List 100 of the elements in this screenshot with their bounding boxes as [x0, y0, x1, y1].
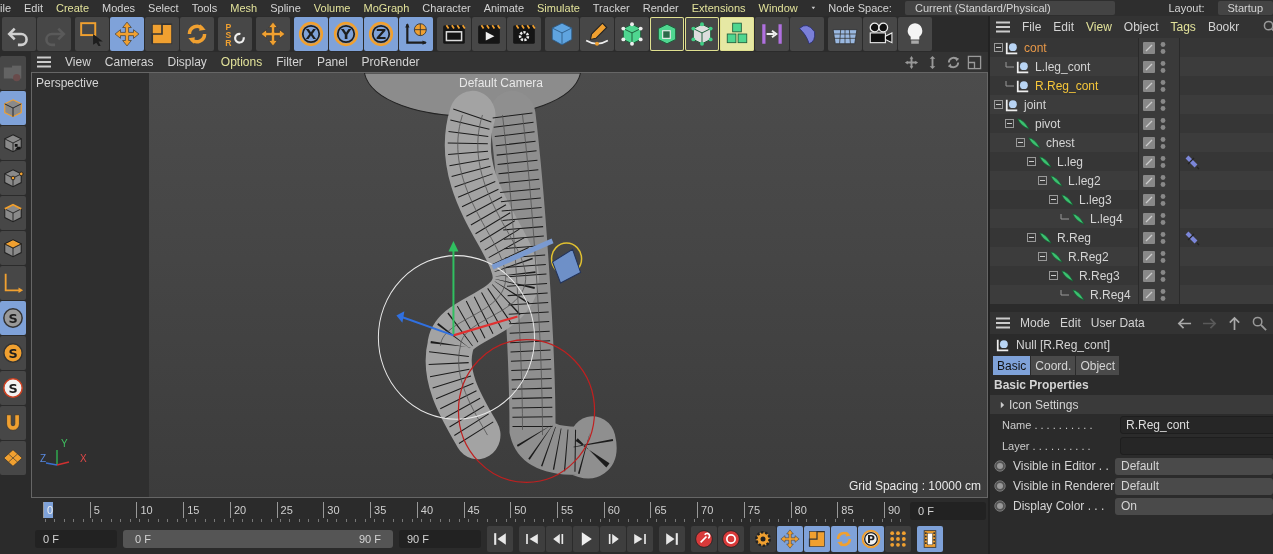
mode-button[interactable]	[0, 231, 26, 265]
toolbar-button[interactable]	[615, 17, 649, 51]
collapse-toggle-icon[interactable]	[994, 43, 1003, 52]
menu-item[interactable]: Display	[167, 55, 207, 69]
edit-toggle-icon[interactable]	[1143, 41, 1155, 54]
menu-item[interactable]: Tracker	[592, 2, 630, 14]
menu-item[interactable]: Bookr	[1207, 20, 1240, 34]
visibility-dots-icon[interactable]	[1160, 230, 1166, 245]
menu-item[interactable]: Panel	[316, 55, 348, 69]
needle-tag-icon[interactable]	[1184, 153, 1200, 170]
menu-item[interactable]: ProRender	[361, 55, 420, 69]
menu-item[interactable]: Modes	[102, 2, 136, 14]
menu-item[interactable]: Mode	[1020, 316, 1051, 330]
edit-toggle-icon[interactable]	[1143, 212, 1155, 225]
dropdown-field[interactable]: Default	[1115, 457, 1273, 475]
visibility-dots-icon[interactable]	[1160, 116, 1166, 131]
menu-item[interactable]: Select	[148, 2, 179, 14]
tree-row[interactable]: R.Reg_cont	[990, 76, 1273, 95]
menu-item[interactable]: Filter	[276, 55, 303, 69]
playback-button[interactable]	[519, 526, 545, 552]
menu-item[interactable]: Cameras	[104, 55, 154, 69]
keyframe-circle-icon[interactable]	[994, 480, 1006, 492]
tree-row[interactable]: pivot	[990, 114, 1273, 133]
section-toggle[interactable]: Icon Settings	[990, 395, 1273, 414]
tree-row[interactable]: L.leg	[990, 152, 1273, 171]
edit-toggle-icon[interactable]	[1143, 117, 1155, 130]
object-name[interactable]: R.Reg4	[1090, 287, 1131, 302]
menu-item[interactable]: Edit	[1053, 20, 1075, 34]
edit-toggle-icon[interactable]	[1143, 193, 1155, 206]
playback-button[interactable]	[573, 526, 599, 552]
visibility-dots-icon[interactable]	[1160, 97, 1166, 112]
playback-button[interactable]	[600, 526, 626, 552]
playback-button[interactable]	[718, 526, 744, 552]
visibility-dots-icon[interactable]	[1160, 154, 1166, 169]
collapse-toggle-icon[interactable]	[1016, 138, 1025, 147]
object-name[interactable]: cont	[1024, 40, 1047, 55]
toolbar-button[interactable]	[650, 17, 684, 51]
collapse-toggle-icon[interactable]	[1038, 252, 1047, 261]
visibility-dots-icon[interactable]	[1160, 40, 1166, 55]
object-name[interactable]: L.leg_cont	[1035, 59, 1091, 74]
start-frame-field[interactable]: 0 F	[35, 530, 117, 548]
toolbar-button[interactable]	[75, 17, 109, 51]
menu-icon[interactable]	[996, 21, 1010, 33]
collapse-toggle-icon[interactable]	[1027, 233, 1036, 242]
toolbar-button[interactable]	[472, 17, 506, 51]
viewport-background[interactable]: Perspective Default Camera Grid Spacing : 10000 cm Y Z X	[31, 72, 988, 498]
tree-row[interactable]: R.Reg	[990, 228, 1273, 247]
menu-item[interactable]: Character	[422, 2, 471, 14]
collapse-toggle-icon[interactable]	[1049, 271, 1058, 280]
tree-row[interactable]: L.leg2	[990, 171, 1273, 190]
toolbar-button[interactable]	[437, 17, 471, 51]
toolbar-button[interactable]	[685, 17, 719, 51]
collapse-toggle-icon[interactable]	[994, 100, 1003, 109]
object-name[interactable]: L.leg3	[1079, 192, 1112, 207]
menu-item[interactable]: Edit	[24, 2, 43, 14]
visibility-dots-icon[interactable]	[1160, 59, 1166, 74]
edit-toggle-icon[interactable]	[1143, 79, 1155, 92]
current-frame-field[interactable]: 0 F	[910, 502, 986, 520]
menu-item[interactable]: Window	[758, 2, 798, 14]
object-name[interactable]: L.leg2	[1068, 173, 1101, 188]
dropdown-field[interactable]: Default	[1115, 477, 1273, 495]
object-name[interactable]: R.Reg	[1057, 230, 1091, 245]
menu-item[interactable]: Simulate	[537, 2, 580, 14]
object-name[interactable]: joint	[1024, 97, 1046, 112]
search-icon[interactable]	[1252, 315, 1267, 331]
tab[interactable]: Coord.	[1031, 356, 1076, 375]
frame-range-slider[interactable]: 0 F 90 F	[123, 530, 393, 548]
object-name[interactable]: R.Reg_cont	[1035, 78, 1099, 93]
menu-item[interactable]: View	[65, 55, 91, 69]
end-frame-field[interactable]: 90 F	[399, 530, 481, 548]
collapse-toggle-icon[interactable]	[1038, 176, 1047, 185]
object-name[interactable]: R.Reg3	[1079, 268, 1120, 283]
playback-button[interactable]	[691, 526, 717, 552]
keyframe-circle-icon[interactable]	[994, 500, 1006, 512]
mode-button[interactable]	[0, 196, 26, 230]
tree-row[interactable]: joint	[990, 95, 1273, 114]
edit-toggle-icon[interactable]	[1143, 98, 1155, 111]
pan-icon[interactable]	[904, 54, 919, 70]
tab[interactable]: Basic	[993, 356, 1031, 375]
playback-button[interactable]	[750, 526, 776, 552]
menu-item[interactable]: Volume	[313, 2, 351, 14]
toolbar-button[interactable]	[580, 17, 614, 51]
menu-item[interactable]: Spline	[270, 2, 301, 14]
needle-tag-icon[interactable]	[1184, 229, 1200, 246]
text-field[interactable]: R.Reg_cont	[1120, 415, 1273, 434]
menu-item[interactable]: Create	[56, 2, 89, 14]
edit-toggle-icon[interactable]	[1143, 231, 1155, 244]
mode-button[interactable]: S	[0, 301, 26, 335]
node-space-dropdown[interactable]: Current (Standard/Physical)	[904, 1, 1116, 15]
visibility-dots-icon[interactable]	[1160, 192, 1166, 207]
menu-item[interactable]: View	[1086, 20, 1112, 34]
menu-item[interactable]: Object	[1123, 20, 1159, 34]
tree-row[interactable]: R.Reg3	[990, 266, 1273, 285]
playback-button[interactable]	[659, 526, 685, 552]
visibility-dots-icon[interactable]	[1160, 268, 1166, 283]
tree-row[interactable]: L.leg4	[990, 209, 1273, 228]
tree-row[interactable]: R.Reg4	[990, 285, 1273, 304]
edit-toggle-icon[interactable]	[1143, 174, 1155, 187]
edit-toggle-icon[interactable]	[1143, 250, 1155, 263]
keyframe-circle-icon[interactable]	[994, 460, 1006, 472]
